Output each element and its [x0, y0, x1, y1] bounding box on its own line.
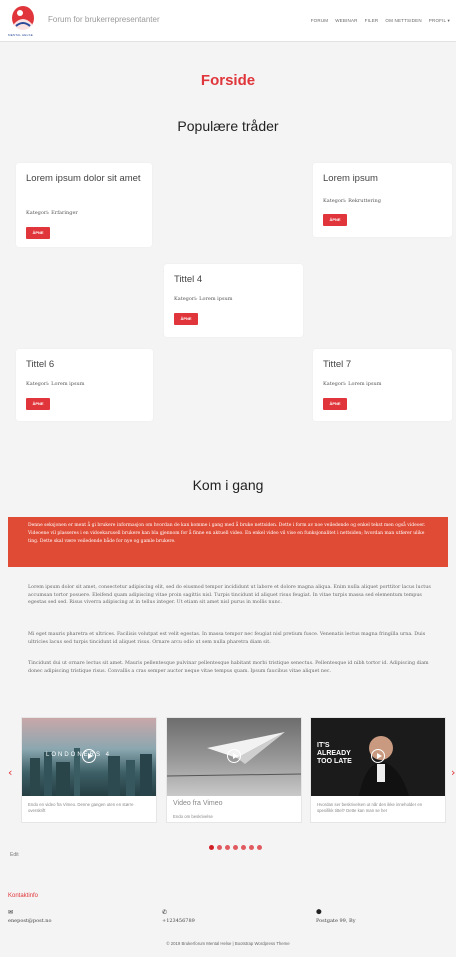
- contact-address: Postgate 99, By: [316, 918, 356, 924]
- site-brand[interactable]: Forum for brukerrepresentanter: [48, 15, 160, 24]
- thread-card: Tittel 4 Kategori: Lorem ipsum ÅPNE: [164, 264, 303, 337]
- thread-card: Lorem ipsum Kategori: Rekruttering ÅPNE: [313, 163, 452, 237]
- video-title[interactable]: Video fra Vimeo: [173, 800, 223, 807]
- getting-started-heading: Kom i gang: [192, 477, 264, 493]
- video-thumbnail[interactable]: LONDONERS 4: [22, 718, 156, 796]
- footer-text: © 2019 Brukerforum Mental Helse | Bootst…: [166, 941, 290, 946]
- logo-icon[interactable]: [10, 4, 36, 34]
- body-paragraph: Tincidunt dui ut ornare lectus sit amet.…: [28, 661, 429, 674]
- thread-card: Tittel 6 Kategori: Lorem ipsum ÅPNE: [16, 349, 153, 421]
- main-nav: FORUM WEBINAR FILER OM NETTSIDEN PROFIL …: [311, 18, 450, 24]
- video-thumbnail[interactable]: [167, 718, 301, 796]
- video-card[interactable]: LONDONERS 4 Endo en video fra Vimeo. Den…: [21, 717, 157, 823]
- video-card[interactable]: IT'S ALREADY TOO LATE Hvordan ser beskri…: [310, 717, 446, 823]
- open-thread-button[interactable]: ÅPNE: [323, 214, 347, 226]
- phone-icon: ✆: [162, 909, 168, 916]
- thread-category: Kategori: Lorem ipsum: [323, 381, 382, 387]
- contact-phone[interactable]: +123456789: [162, 918, 195, 924]
- carousel-next-icon[interactable]: ›: [451, 766, 455, 779]
- thumbnail-text: LONDONERS 4: [46, 752, 112, 758]
- carousel-dot[interactable]: [249, 845, 254, 850]
- popular-threads-heading: Populære tråder: [177, 118, 279, 134]
- open-thread-button[interactable]: ÅPNE: [26, 227, 50, 239]
- carousel-dot[interactable]: [233, 845, 238, 850]
- play-icon[interactable]: [227, 749, 241, 763]
- contact-email[interactable]: enepost@post.no: [8, 918, 52, 924]
- edit-link[interactable]: Edit: [10, 852, 19, 858]
- video-description: Endo en video fra Vimeo. Denne gangen ut…: [28, 802, 134, 813]
- open-thread-button[interactable]: ÅPNE: [174, 313, 198, 325]
- body-paragraph: Mi eget mauris pharetra et ultrices. Fac…: [28, 632, 426, 645]
- carousel-dot[interactable]: [257, 845, 262, 850]
- video-description: Hvordan ser beskrivelsen ut når den ikke…: [317, 802, 423, 813]
- thread-category: Kategori: Lorem ipsum: [26, 381, 85, 387]
- carousel-dot[interactable]: [241, 845, 246, 850]
- thread-category: Kategori: Erfaringer: [26, 210, 78, 216]
- body-paragraph: Lorem ipsum dolor sit amet, consectetur …: [28, 585, 431, 605]
- navbar: MENTAL HELSE Forum for brukerrepresentan…: [0, 0, 456, 42]
- thread-title[interactable]: Lorem ipsum dolor sit amet: [26, 173, 144, 184]
- carousel-prev-icon[interactable]: ‹: [8, 766, 12, 779]
- carousel-dot[interactable]: [225, 845, 230, 850]
- video-card[interactable]: Video fra Vimeo Endo om beskrivelse: [166, 717, 302, 823]
- nav-forum[interactable]: FORUM: [311, 18, 329, 24]
- nav-om-nettsiden[interactable]: OM NETTSIDEN: [385, 18, 421, 24]
- open-thread-button[interactable]: ÅPNE: [323, 398, 347, 410]
- nav-filer[interactable]: FILER: [365, 18, 379, 24]
- thread-card: Lorem ipsum dolor sit amet Kategori: Erf…: [16, 163, 152, 247]
- location-icon: ⬤: [316, 909, 322, 915]
- email-icon: ✉: [8, 909, 14, 916]
- page-title: Forside: [200, 72, 256, 89]
- thumbnail-text: IT'S ALREADY TOO LATE: [317, 742, 352, 765]
- carousel-dot[interactable]: [217, 845, 222, 850]
- contact-heading: Kontaktinfo: [8, 893, 39, 899]
- carousel-dot[interactable]: [209, 845, 214, 850]
- play-icon[interactable]: [371, 749, 385, 763]
- video-thumbnail[interactable]: IT'S ALREADY TOO LATE: [311, 718, 445, 796]
- thread-title[interactable]: Lorem ipsum: [323, 173, 444, 184]
- thread-category: Kategori: Lorem ipsum: [174, 296, 233, 302]
- logo-caption: MENTAL HELSE: [8, 33, 33, 37]
- thread-category: Kategori: Rekruttering: [323, 198, 381, 204]
- banner-text: Denne seksjonen er ment å gi brukere inf…: [28, 523, 426, 544]
- carousel-indicators: [209, 845, 262, 850]
- intro-banner: Denne seksjonen er ment å gi brukere inf…: [8, 517, 448, 567]
- thread-title[interactable]: Tittel 4: [174, 274, 295, 285]
- play-icon[interactable]: [82, 749, 96, 763]
- video-description: Endo om beskrivelse: [173, 814, 213, 819]
- nav-webinar[interactable]: WEBINAR: [335, 18, 357, 24]
- thread-title[interactable]: Tittel 6: [26, 359, 145, 370]
- thread-title[interactable]: Tittel 7: [323, 359, 444, 370]
- nav-profil-dropdown[interactable]: PROFIL ▾: [429, 18, 450, 24]
- thread-card: Tittel 7 Kategori: Lorem ipsum ÅPNE: [313, 349, 452, 421]
- open-thread-button[interactable]: ÅPNE: [26, 398, 50, 410]
